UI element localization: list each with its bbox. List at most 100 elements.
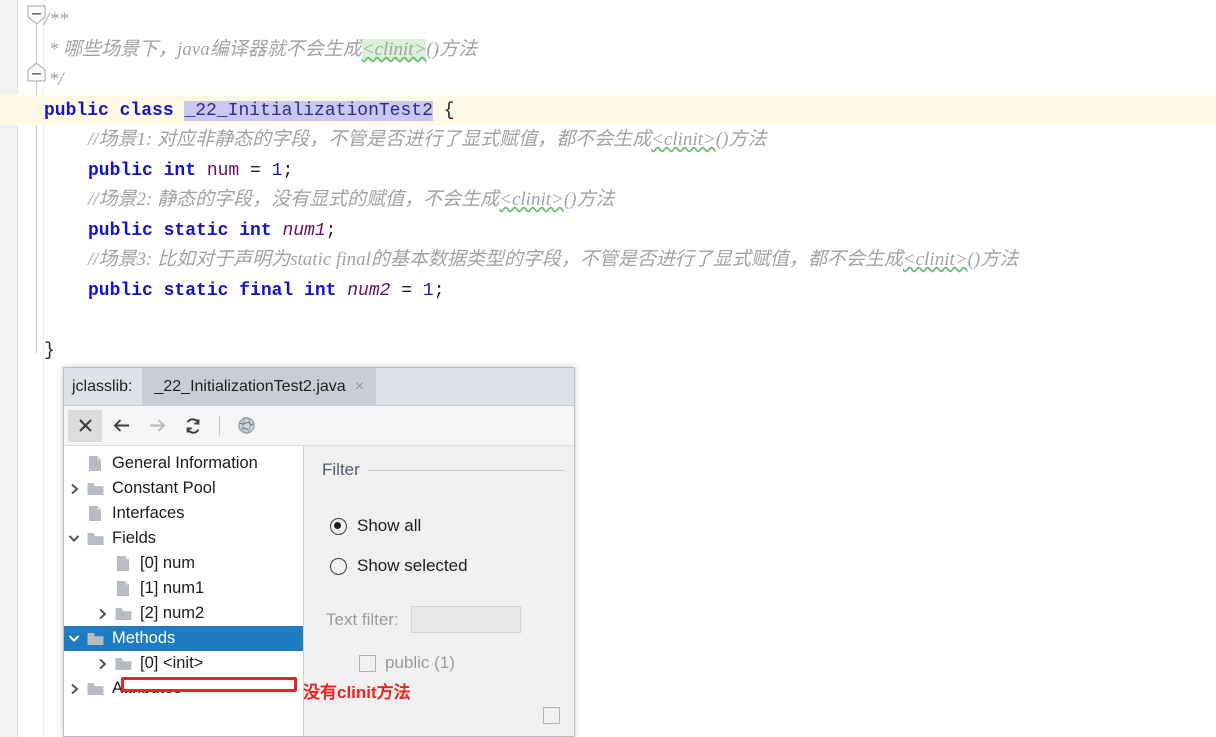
chevron-down-icon[interactable] [64, 534, 84, 543]
file-icon [112, 555, 134, 572]
radio-show-selected-label: Show selected [357, 556, 468, 575]
code-line: public int num = 1; [44, 155, 293, 185]
chevron-right-icon[interactable] [92, 658, 112, 670]
code-token: ; [433, 281, 445, 301]
secondary-checkbox[interactable] [543, 707, 560, 724]
group-rule [367, 469, 564, 471]
code-token: //场景3: 比如对于声明为static final的基本数据类型的字段，不管是… [88, 249, 903, 270]
tree-node-2-num2[interactable]: [2] num2 [64, 601, 303, 626]
tree-node-constant-pool[interactable]: Constant Pool [64, 476, 303, 501]
jclasslib-toolbar [64, 406, 574, 446]
code-token: public class [44, 101, 185, 121]
toolbar-separator [219, 415, 220, 436]
tree-node-label: Fields [112, 529, 157, 547]
close-icon[interactable] [68, 409, 102, 442]
radio-show-all-icon[interactable] [330, 517, 347, 535]
annotation-label: 没有clinit方法 [303, 683, 411, 702]
text-filter-label: Text filter: [326, 609, 399, 629]
code-token: */ [44, 69, 64, 90]
tree-node-label: [0] <init> [140, 654, 204, 672]
code-token: public static final int [88, 281, 348, 301]
tree-node-label: [1] num1 [140, 579, 205, 597]
tree-node-label: General Information [112, 454, 258, 472]
annotation-highlight-box [121, 677, 297, 692]
jclasslib-label: jclasslib: [64, 368, 143, 405]
tree-node-fields[interactable]: Fields [64, 526, 303, 551]
radio-show-all-label: Show all [357, 516, 422, 535]
code-line: } [44, 335, 55, 365]
chevron-right-icon[interactable] [92, 608, 112, 620]
file-icon [84, 505, 106, 522]
tree-node-label: [2] num2 [140, 604, 205, 622]
code-line: //场景2: 静态的字段，没有显式的赋值，不会生成<clinit>()方法 [44, 185, 615, 215]
code-line: //场景1: 对应非静态的字段，不管是否进行了显式赋值，都不会生成<clinit… [44, 125, 767, 155]
browse-web-icon[interactable] [229, 410, 263, 442]
code-token: _22_InitializationTest2 [184, 101, 433, 121]
code-line: public class _22_InitializationTest2 { [44, 95, 455, 125]
tree-node-label: Methods [112, 629, 176, 647]
public-checkbox-row[interactable]: public (1) [304, 653, 574, 673]
folder-icon [84, 632, 106, 646]
public-checkbox[interactable] [359, 654, 376, 672]
back-icon[interactable] [104, 410, 138, 442]
code-token: <clinit> [902, 249, 968, 270]
code-token: /** [44, 9, 69, 30]
code-token: = [390, 281, 423, 301]
tree-node-interfaces[interactable]: Interfaces [64, 501, 303, 526]
radio-show-all[interactable]: Show all [304, 506, 574, 546]
code-line: public static final int num2 = 1; [44, 275, 445, 305]
tree-node-label: [0] num [140, 554, 196, 572]
chevron-right-icon[interactable] [64, 683, 84, 695]
code-token: num1 [282, 221, 326, 241]
file-icon [84, 455, 106, 472]
tab-label: _22_InitializationTest2.java [154, 377, 346, 395]
folder-icon [84, 532, 106, 546]
code-token: <clinit> [499, 189, 564, 210]
class-structure-tree[interactable]: General Information Constant Pool Interfac… [64, 446, 304, 736]
file-icon [112, 580, 134, 597]
code-token: ; [325, 221, 337, 241]
code-token: ; [282, 161, 294, 181]
code-token: = [239, 161, 272, 181]
code-token: num2 [347, 281, 391, 301]
tree-node-1-num1[interactable]: [1] num1 [64, 576, 303, 601]
public-checkbox-label: public (1) [385, 653, 455, 672]
folder-icon [84, 482, 106, 496]
folder-icon [112, 657, 134, 671]
tree-node-label: Constant Pool [112, 479, 216, 497]
code-token: } [44, 341, 55, 361]
chevron-right-icon[interactable] [64, 483, 84, 495]
code-token: 1 [422, 281, 434, 301]
code-token: //场景2: 静态的字段，没有显式的赋值，不会生成 [88, 189, 500, 210]
folder-icon [112, 607, 134, 621]
code-token: <clinit> [361, 39, 427, 60]
code-token: num [206, 161, 240, 181]
code-token: { [432, 101, 455, 121]
tree-node-0-init[interactable]: [0] <init> [64, 651, 303, 676]
jclasslib-tabbar: jclasslib: _22_InitializationTest2.java … [64, 368, 574, 406]
code-line: public static int num1; [44, 215, 336, 245]
text-filter-input[interactable] [410, 606, 521, 633]
code-token: ()方法 [426, 39, 478, 60]
filter-group-label: Filter [322, 460, 360, 479]
tree-node-0-num[interactable]: [0] num [64, 551, 303, 576]
filter-group-header: Filter [304, 460, 574, 480]
tree-node-general-information[interactable]: General Information [64, 451, 303, 476]
radio-show-selected-icon[interactable] [330, 557, 347, 575]
code-line: * 哪些场景下，java编译器就不会生成<clinit>()方法 [44, 35, 477, 65]
tree-node-label: Interfaces [112, 504, 185, 522]
radio-show-selected[interactable]: Show selected [304, 546, 574, 586]
tree-node-methods[interactable]: Methods [64, 626, 303, 651]
tab-close-icon[interactable]: × [355, 378, 364, 396]
text-filter-row: Text filter: [304, 606, 574, 633]
code-token: //场景1: 对应非静态的字段，不管是否进行了显式赋值，都不会生成 [88, 129, 652, 150]
chevron-down-icon[interactable] [64, 634, 84, 643]
code-token: public static int [88, 221, 283, 241]
code-line: //场景3: 比如对于声明为static final的基本数据类型的字段，不管是… [44, 245, 1018, 275]
code-token: ()方法 [563, 189, 615, 210]
reload-icon[interactable] [176, 410, 210, 442]
forward-icon[interactable] [140, 410, 174, 442]
tab-initializationtest2[interactable]: _22_InitializationTest2.java × [142, 368, 377, 405]
code-line: */ [44, 65, 64, 95]
code-token: ()方法 [715, 129, 767, 150]
